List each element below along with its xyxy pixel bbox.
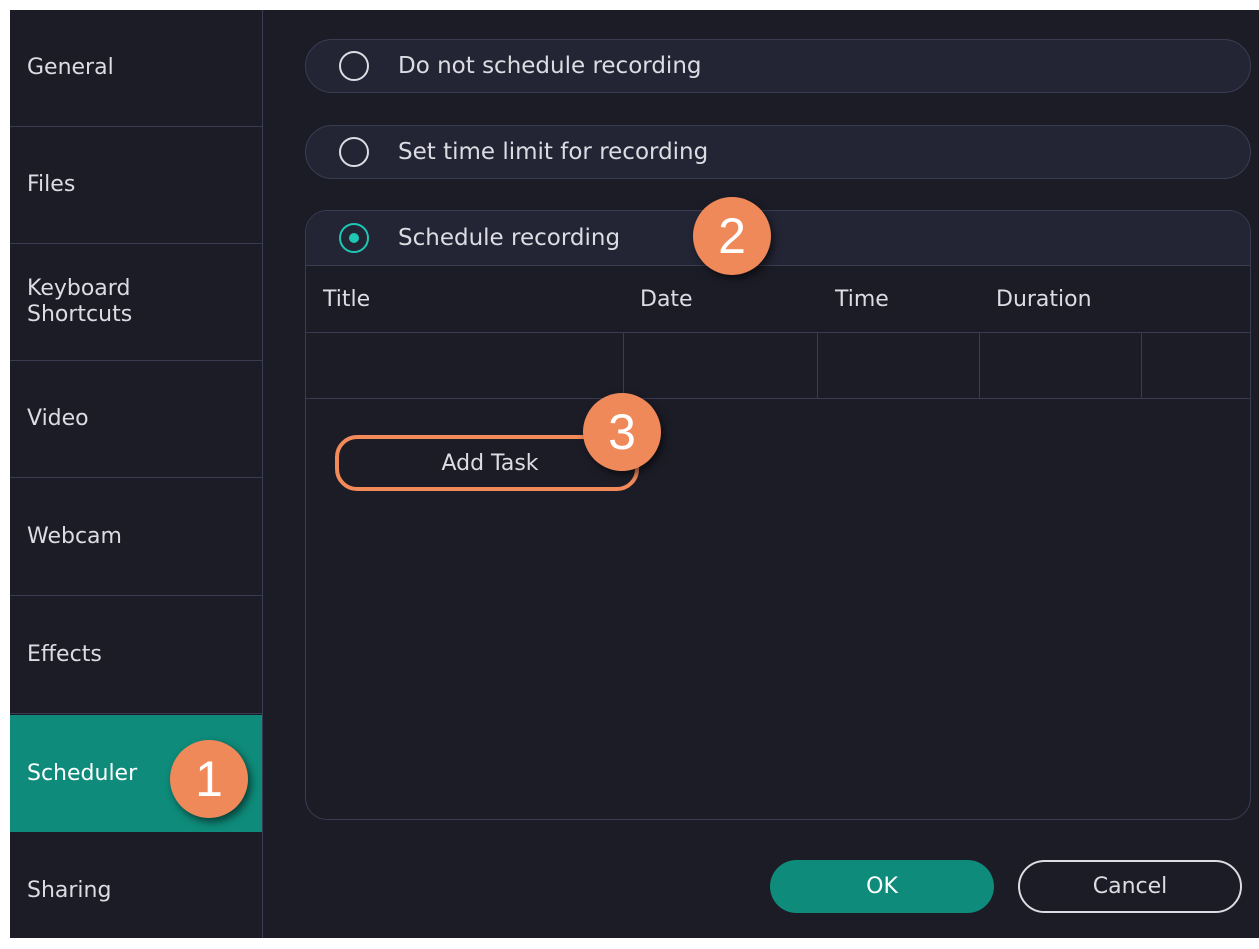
column-header-duration[interactable]: Duration — [996, 287, 1092, 312]
option-label: Set time limit for recording — [398, 139, 709, 165]
table-cell-date — [623, 333, 818, 398]
sidebar-item-files[interactable]: Files — [10, 127, 262, 244]
column-header-time[interactable]: Time — [835, 287, 889, 312]
callout-badge-3: 3 — [583, 393, 661, 471]
sidebar-item-label: Webcam — [27, 524, 122, 549]
sidebar-item-sharing[interactable]: Sharing — [10, 832, 262, 949]
table-cell-time — [817, 333, 980, 398]
option-label: Do not schedule recording — [398, 53, 702, 79]
schedule-table-header: Title Date Time Duration — [306, 267, 1250, 333]
table-cell-duration — [979, 333, 1142, 398]
sidebar-item-label: Effects — [27, 642, 102, 667]
sidebar-item-label: Keyboard Shortcuts — [27, 276, 133, 327]
option-do-not-schedule[interactable]: Do not schedule recording — [305, 39, 1251, 93]
option-time-limit[interactable]: Set time limit for recording — [305, 125, 1251, 179]
sidebar-item-label: Video — [27, 406, 89, 431]
sidebar-item-label: Sharing — [27, 877, 112, 903]
cancel-button[interactable]: Cancel — [1018, 860, 1242, 913]
schedule-panel: Schedule recording Title Date Time Durat… — [305, 210, 1251, 820]
sidebar-item-keyboard-shortcuts[interactable]: Keyboard Shortcuts — [10, 244, 262, 361]
column-header-title[interactable]: Title — [323, 287, 370, 312]
table-row[interactable] — [306, 333, 1250, 399]
radio-schedule-recording[interactable] — [339, 223, 369, 253]
sidebar-item-label: General — [27, 55, 114, 80]
sidebar-item-effects[interactable]: Effects — [10, 597, 262, 714]
sidebar-item-general[interactable]: General — [10, 10, 262, 127]
option-schedule-recording[interactable]: Schedule recording — [306, 211, 1250, 266]
settings-window: General Files Keyboard Shortcuts Video W… — [10, 10, 1259, 938]
sidebar-item-label: Scheduler — [27, 760, 138, 786]
column-header-date[interactable]: Date — [640, 287, 693, 312]
table-cell-title — [306, 333, 624, 398]
ok-button[interactable]: OK — [770, 860, 994, 913]
sidebar-item-webcam[interactable]: Webcam — [10, 479, 262, 596]
option-label: Schedule recording — [398, 225, 621, 251]
radio-do-not-schedule[interactable] — [339, 51, 369, 81]
sidebar-item-video[interactable]: Video — [10, 361, 262, 478]
radio-time-limit[interactable] — [339, 137, 369, 167]
callout-badge-2: 2 — [693, 197, 771, 275]
callout-badge-1: 1 — [170, 740, 248, 818]
sidebar-item-label: Files — [27, 172, 76, 197]
